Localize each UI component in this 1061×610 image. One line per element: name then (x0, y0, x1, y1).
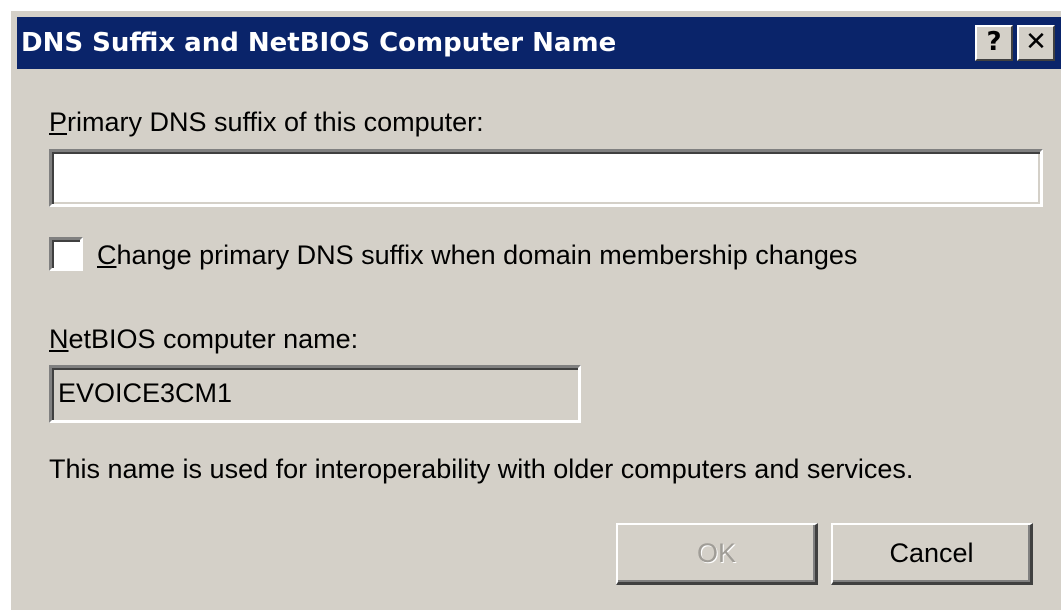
ok-button[interactable]: OK (616, 523, 818, 585)
netbios-name-label-text: etBIOS computer name: (68, 324, 359, 354)
dialog-title: DNS Suffix and NetBIOS Computer Name (21, 28, 617, 58)
close-button[interactable]: ✕ (1017, 25, 1055, 61)
netbios-name-field[interactable]: EVOICE3CM1 (49, 365, 581, 423)
question-mark-icon: ? (986, 27, 1002, 57)
info-text: This name is used for interoperability w… (49, 454, 914, 484)
cancel-button[interactable]: Cancel (831, 523, 1033, 585)
change-suffix-label-text: hange primary DNS suffix when domain mem… (116, 240, 858, 270)
netbios-name-label: NetBIOS computer name: (49, 323, 358, 355)
change-suffix-checkbox[interactable] (49, 237, 83, 271)
help-button[interactable]: ? (975, 25, 1013, 61)
dns-suffix-dialog: DNS Suffix and NetBIOS Computer Name ? ✕… (8, 8, 1061, 610)
title-bar[interactable]: DNS Suffix and NetBIOS Computer Name ? ✕ (17, 17, 1061, 69)
netbios-name-value: EVOICE3CM1 (58, 378, 233, 408)
primary-dns-suffix-label-text: rimary DNS suffix of this computer: (67, 107, 484, 137)
change-suffix-accelerator: C (97, 240, 117, 270)
close-icon: ✕ (1025, 27, 1047, 57)
netbios-name-accelerator: N (49, 324, 69, 354)
primary-dns-suffix-input[interactable] (49, 149, 1043, 207)
primary-dns-suffix-label: Primary DNS suffix of this computer: (49, 106, 484, 138)
primary-dns-suffix-accelerator: P (49, 107, 68, 137)
change-suffix-label[interactable]: Change primary DNS suffix when domain me… (97, 239, 857, 271)
